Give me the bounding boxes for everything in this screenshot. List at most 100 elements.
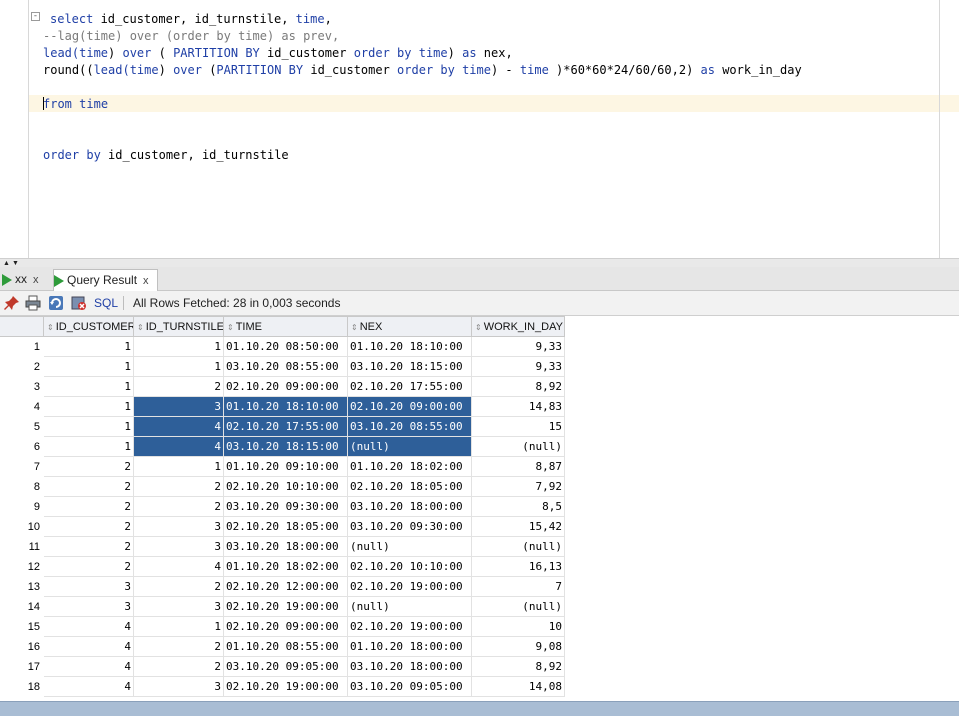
table-cell[interactable]: 1	[44, 417, 134, 437]
table-cell[interactable]: 02.10.20 17:55:00	[348, 377, 472, 397]
table-cell[interactable]: 4	[44, 657, 134, 677]
table-cell[interactable]: 1	[134, 457, 224, 477]
table-cell[interactable]: 01.10.20 18:10:00	[348, 337, 472, 357]
table-cell[interactable]: 1	[134, 337, 224, 357]
table-cell[interactable]: (null)	[348, 537, 472, 557]
table-cell[interactable]: 03.10.20 08:55:00	[348, 417, 472, 437]
table-cell[interactable]: 2	[44, 517, 134, 537]
cancel-query-icon[interactable]	[71, 295, 87, 311]
table-cell[interactable]: 03.10.20 09:30:00	[348, 517, 472, 537]
table-cell[interactable]: 03.10.20 09:30:00	[224, 497, 348, 517]
table-cell[interactable]: (null)	[348, 597, 472, 617]
table-cell[interactable]: 02.10.20 19:00:00	[348, 617, 472, 637]
column-header[interactable]: ⇕ ID_TURNSTILE	[134, 316, 224, 337]
result-grid[interactable]: ⇕ ID_CUSTOMER ⇕ ID_TURNSTILE ⇕ TIME ⇕ NEX ⇕ WORK_…	[0, 316, 959, 701]
table-cell[interactable]: 4	[44, 637, 134, 657]
table-cell[interactable]: 2	[44, 497, 134, 517]
table-cell[interactable]: 10	[472, 617, 565, 637]
collapse-down-icon[interactable]: ▼	[12, 260, 19, 267]
table-cell[interactable]: (null)	[472, 597, 565, 617]
table-cell[interactable]: 2	[134, 577, 224, 597]
table-cell[interactable]: 02.10.20 10:10:00	[348, 557, 472, 577]
tab-query-result[interactable]: Query Result x	[53, 269, 158, 291]
table-cell[interactable]: 03.10.20 18:00:00	[348, 657, 472, 677]
table-cell[interactable]: 03.10.20 18:15:00	[224, 437, 348, 457]
table-cell[interactable]: 01.10.20 18:02:00	[224, 557, 348, 577]
table-cell[interactable]: 15	[472, 417, 565, 437]
table-cell[interactable]: 3	[134, 597, 224, 617]
table-cell[interactable]: 3	[44, 597, 134, 617]
table-cell[interactable]: 8,87	[472, 457, 565, 477]
table-cell[interactable]: 02.10.20 17:55:00	[224, 417, 348, 437]
collapse-up-icon[interactable]: ▲	[3, 260, 10, 267]
row-number[interactable]: 11	[0, 537, 44, 557]
table-cell[interactable]: 01.10.20 09:10:00	[224, 457, 348, 477]
sort-icon[interactable]: ⇕	[351, 318, 358, 336]
column-header[interactable]: ⇕ TIME	[224, 316, 348, 337]
table-cell[interactable]: 02.10.20 09:00:00	[348, 397, 472, 417]
table-cell[interactable]: 2	[44, 557, 134, 577]
table-cell[interactable]: (null)	[472, 537, 565, 557]
table-cell[interactable]: 9,33	[472, 357, 565, 377]
table-cell[interactable]: 15,42	[472, 517, 565, 537]
table-cell[interactable]: 1	[134, 617, 224, 637]
table-cell[interactable]: 7	[472, 577, 565, 597]
row-number[interactable]: 7	[0, 457, 44, 477]
sort-icon[interactable]: ⇕	[475, 318, 482, 336]
table-cell[interactable]: 03.10.20 08:55:00	[224, 357, 348, 377]
table-cell[interactable]: 1	[44, 437, 134, 457]
row-number[interactable]: 10	[0, 517, 44, 537]
row-number[interactable]: 8	[0, 477, 44, 497]
table-cell[interactable]: 4	[44, 677, 134, 697]
table-cell[interactable]: 3	[134, 397, 224, 417]
table-cell[interactable]: 01.10.20 18:02:00	[348, 457, 472, 477]
table-cell[interactable]: 4	[134, 557, 224, 577]
table-cell[interactable]: 8,92	[472, 377, 565, 397]
row-number[interactable]: 5	[0, 417, 44, 437]
table-cell[interactable]: 3	[134, 677, 224, 697]
table-cell[interactable]: 3	[44, 577, 134, 597]
pin-icon[interactable]	[4, 295, 20, 311]
table-cell[interactable]: 2	[44, 537, 134, 557]
row-number[interactable]: 2	[0, 357, 44, 377]
row-number[interactable]: 3	[0, 377, 44, 397]
table-cell[interactable]: 1	[44, 357, 134, 377]
row-number[interactable]: 13	[0, 577, 44, 597]
row-number[interactable]: 16	[0, 637, 44, 657]
table-cell[interactable]: 02.10.20 10:10:00	[224, 477, 348, 497]
table-cell[interactable]: 03.10.20 18:00:00	[224, 537, 348, 557]
table-cell[interactable]: 3	[134, 517, 224, 537]
table-cell[interactable]: 8,5	[472, 497, 565, 517]
table-cell[interactable]: 9,08	[472, 637, 565, 657]
row-number[interactable]: 18	[0, 677, 44, 697]
table-cell[interactable]: 02.10.20 18:05:00	[348, 477, 472, 497]
table-cell[interactable]: 2	[44, 457, 134, 477]
table-cell[interactable]: 14,83	[472, 397, 565, 417]
sql-editor[interactable]: - select id_customer, id_turnstile, time…	[0, 0, 959, 258]
table-cell[interactable]: 4	[44, 617, 134, 637]
table-cell[interactable]: 2	[134, 637, 224, 657]
table-cell[interactable]: 2	[134, 477, 224, 497]
table-cell[interactable]: 8,92	[472, 657, 565, 677]
print-icon[interactable]	[25, 295, 41, 311]
close-icon[interactable]: x	[143, 275, 149, 287]
sort-icon[interactable]: ⇕	[137, 318, 144, 336]
table-cell[interactable]: 2	[134, 497, 224, 517]
table-cell[interactable]: 1	[44, 337, 134, 357]
table-cell[interactable]: 3	[134, 537, 224, 557]
table-cell[interactable]: 02.10.20 12:00:00	[224, 577, 348, 597]
table-cell[interactable]: 4	[134, 417, 224, 437]
table-cell[interactable]: 1	[134, 357, 224, 377]
row-number[interactable]: 14	[0, 597, 44, 617]
table-cell[interactable]: 16,13	[472, 557, 565, 577]
table-cell[interactable]: 1	[44, 397, 134, 417]
table-cell[interactable]: 01.10.20 08:55:00	[224, 637, 348, 657]
row-number[interactable]: 15	[0, 617, 44, 637]
table-cell[interactable]: 4	[134, 437, 224, 457]
table-cell[interactable]: 2	[134, 377, 224, 397]
table-cell[interactable]: (null)	[348, 437, 472, 457]
table-cell[interactable]: 01.10.20 18:00:00	[348, 637, 472, 657]
table-cell[interactable]: 7,92	[472, 477, 565, 497]
table-cell[interactable]: 9,33	[472, 337, 565, 357]
table-cell[interactable]: 02.10.20 09:00:00	[224, 617, 348, 637]
